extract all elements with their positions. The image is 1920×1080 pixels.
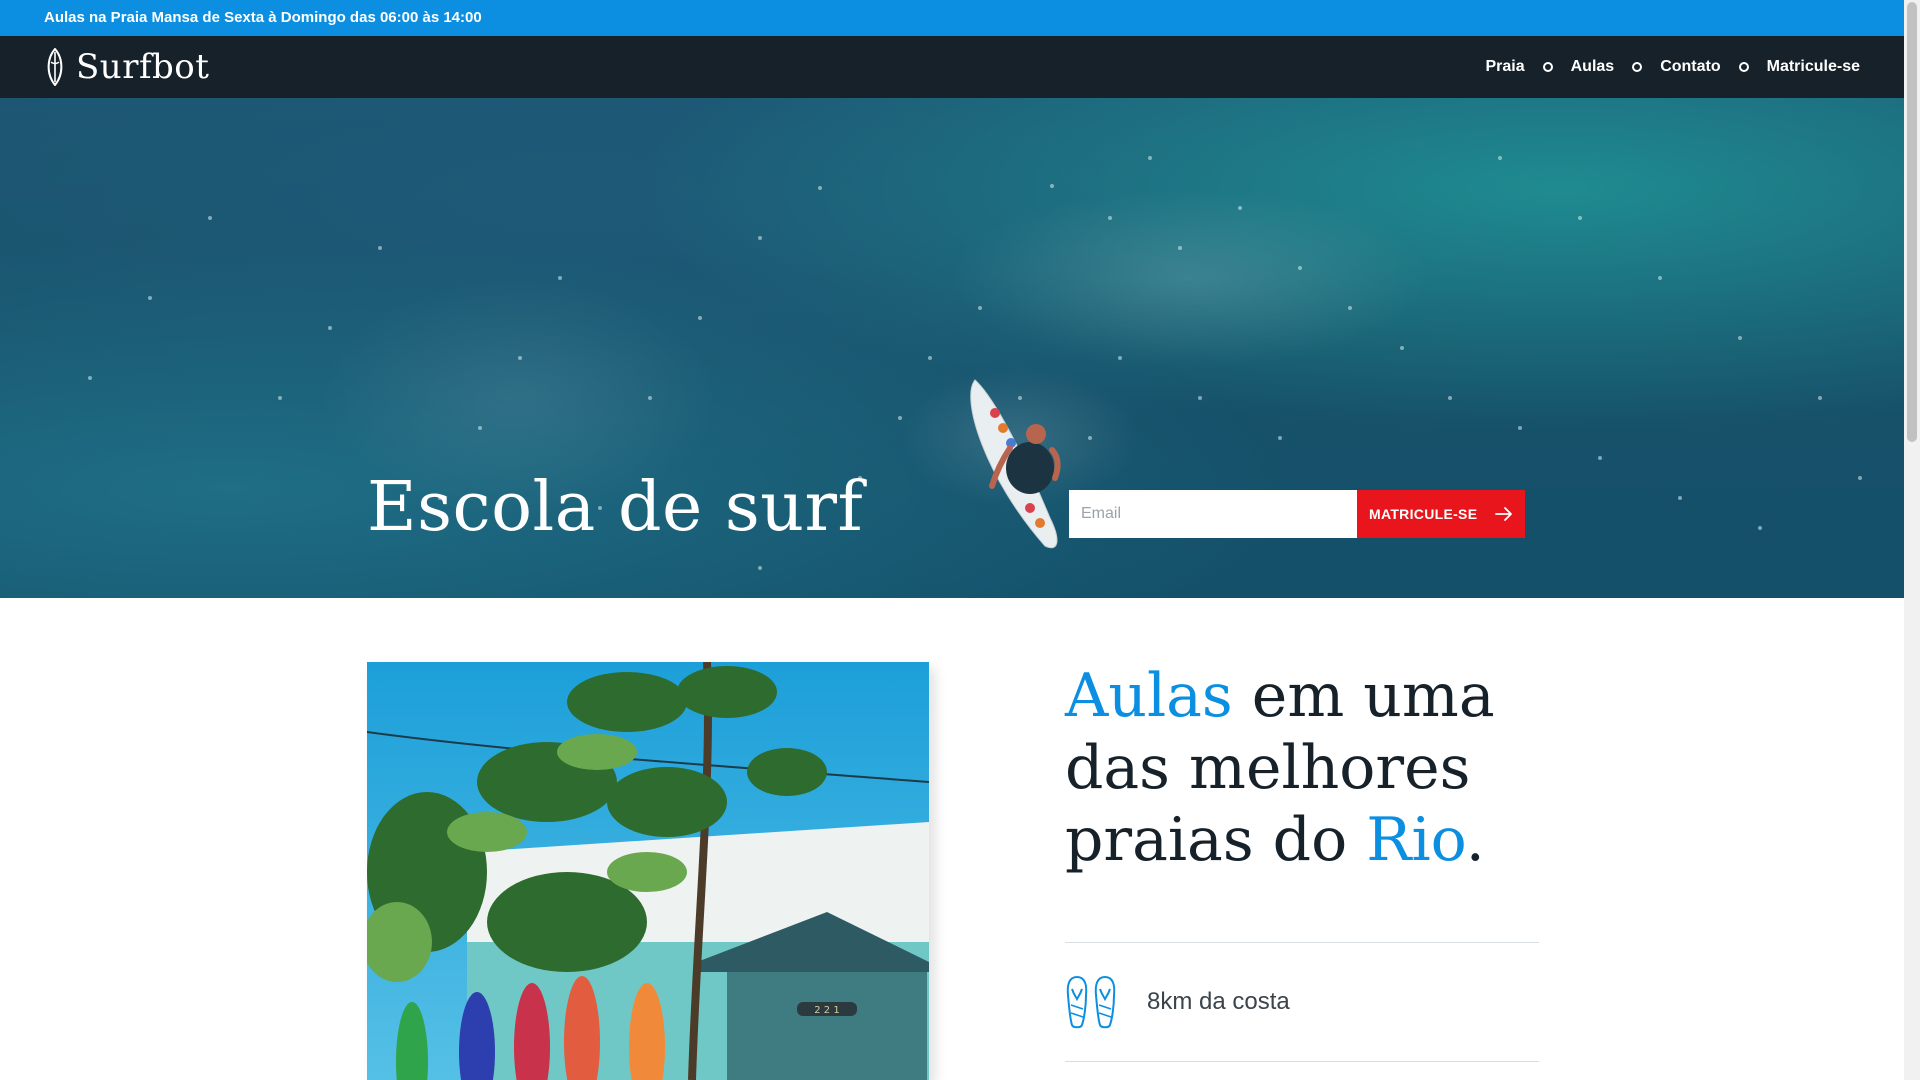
brand-name: Surfbot (76, 47, 210, 87)
svg-text:2 2 1: 2 2 1 (814, 1005, 839, 1016)
nav-item-aulas[interactable]: Aulas (1571, 58, 1615, 76)
scrollbar-thumb[interactable] (1907, 2, 1917, 442)
circle-icon (1632, 62, 1643, 72)
signup-button-label: MATRICULE-SE (1369, 506, 1478, 522)
feature-text: 8km da costa (1147, 988, 1290, 1015)
nav-item-praia[interactable]: Praia (1485, 58, 1524, 76)
logo[interactable]: Surfbot (44, 46, 209, 88)
signup-button[interactable]: MATRICULE-SE (1357, 490, 1525, 538)
page: Aulas na Praia Mansa de Sexta à Domingo … (0, 0, 1904, 1080)
main-menu: Praia Aulas Contato Matricule-se (1485, 36, 1860, 98)
divider (1065, 1061, 1539, 1062)
feature-item: 8km da costa (1065, 972, 1290, 1032)
divider (1065, 942, 1539, 943)
hero-ocean-image (88, 156, 1862, 570)
flip-flops-icon (1066, 975, 1116, 1029)
navbar: Surfbot Praia Aulas Contato Matricule-se (0, 36, 1904, 98)
circle-icon (1738, 62, 1749, 72)
headline-accent-aulas: Aulas (1065, 661, 1233, 731)
signup-form: MATRICULE-SE (1069, 490, 1525, 538)
hero: Escola de surf MATRICULE-SE (0, 98, 1904, 598)
surfboard-icon (47, 48, 63, 86)
arrow-right-icon (1495, 507, 1512, 521)
announcement-text: Aulas na Praia Mansa de Sexta à Domingo … (44, 9, 482, 26)
surf-shop-image: 2 2 1 (367, 662, 929, 1080)
section-headline: Aulas em uma das melhores praias do Rio. (1065, 660, 1545, 876)
surf-shop-photo: 2 2 1 (367, 662, 929, 1080)
headline-period: . (1465, 805, 1485, 875)
nav-item-matricule-se[interactable]: Matricule-se (1767, 58, 1860, 76)
announcement-bar: Aulas na Praia Mansa de Sexta à Domingo … (0, 0, 1904, 36)
scrollbar[interactable] (1904, 0, 1920, 1080)
nav-item-contato[interactable]: Contato (1660, 58, 1720, 76)
hero-title: Escola de surf (367, 468, 864, 547)
circle-icon (1542, 62, 1553, 72)
email-input[interactable] (1069, 490, 1357, 538)
headline-accent-rio: Rio (1366, 805, 1466, 875)
